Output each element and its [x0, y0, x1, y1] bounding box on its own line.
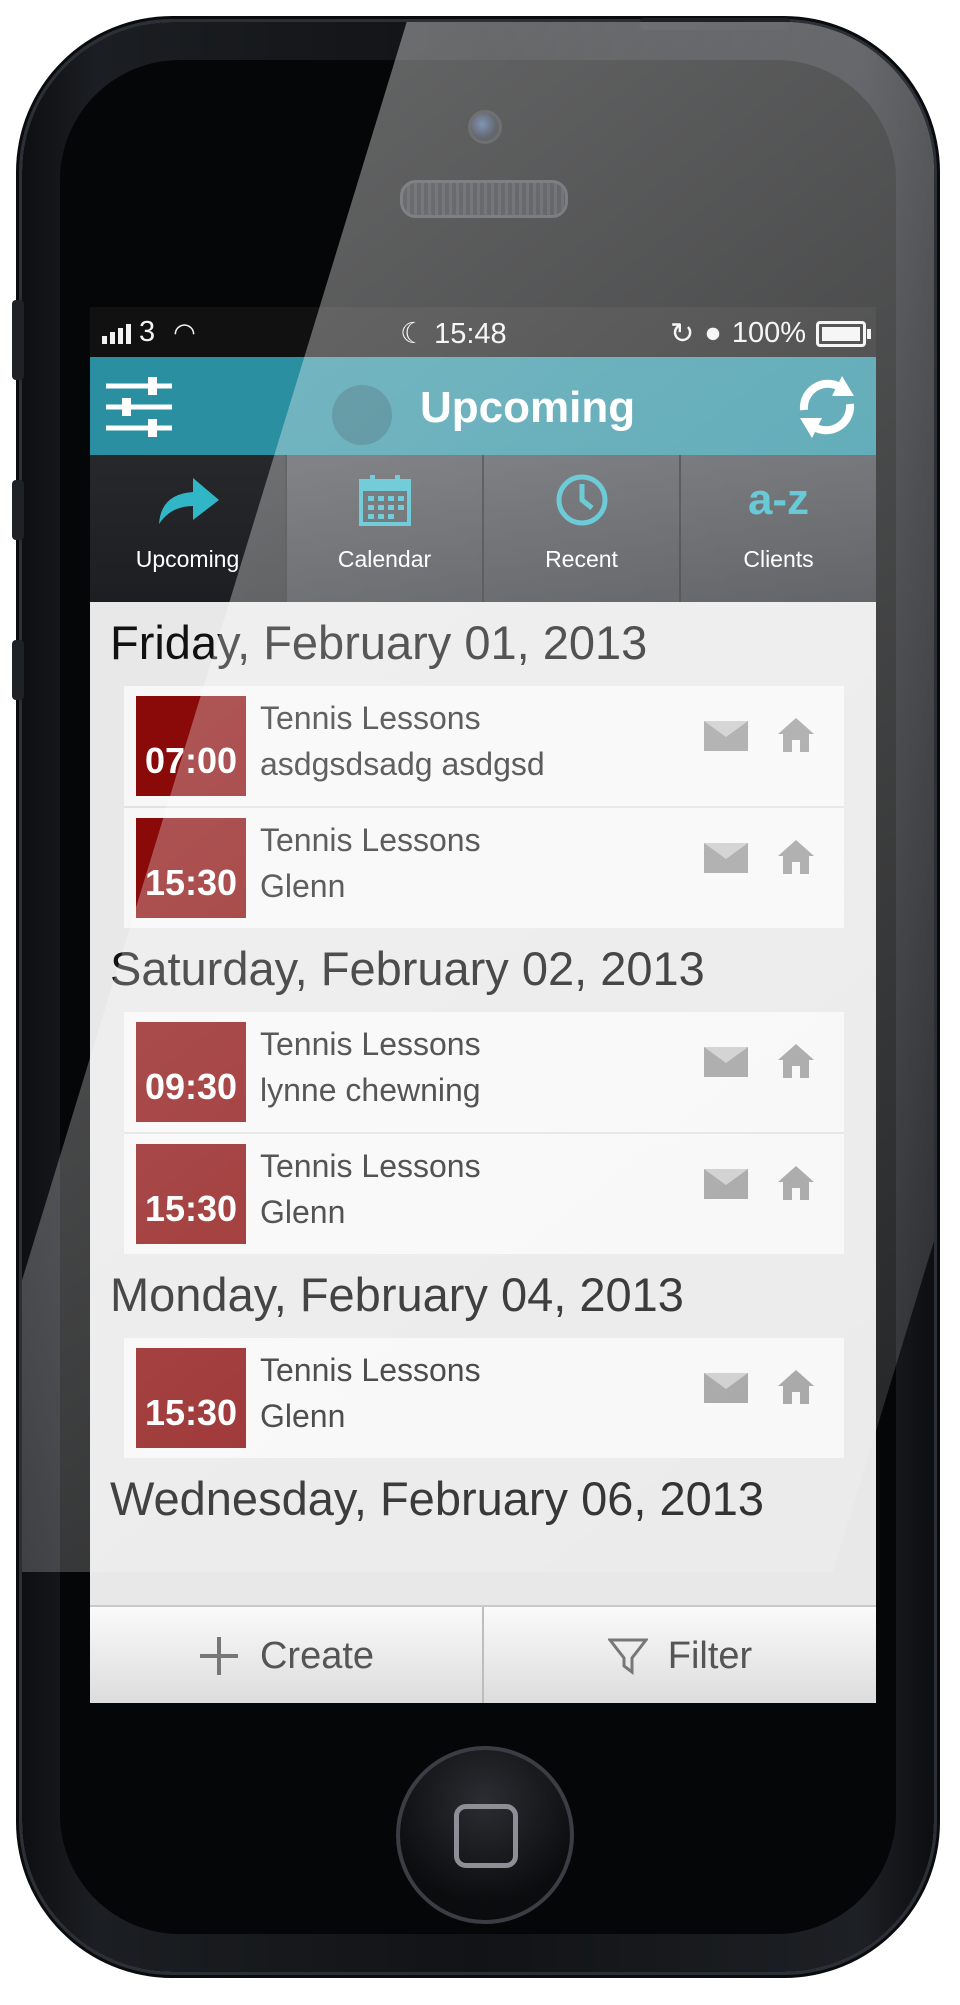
upcoming-list: Friday, February 01, 2013 07:00 Tennis L…	[90, 602, 876, 1602]
time-badge: 09:30	[136, 1022, 246, 1122]
settings-sliders-icon	[106, 377, 172, 437]
mail-icon[interactable]	[704, 721, 748, 751]
tab-clients[interactable]: a-z Clients	[679, 455, 876, 602]
tab-label: Clients	[743, 546, 814, 572]
mail-icon[interactable]	[704, 1169, 748, 1199]
filter-button[interactable]: Filter	[482, 1607, 876, 1703]
list-item[interactable]: 15:30 Tennis Lessons Glenn	[124, 1134, 844, 1254]
list-item[interactable]: 15:30 Tennis Lessons Glenn	[124, 1338, 844, 1458]
moon-icon: ☾	[400, 318, 426, 350]
day-heading: Friday, February 01, 2013	[110, 616, 648, 669]
tab-upcoming[interactable]: Upcoming	[90, 455, 285, 602]
event-group: 07:00 Tennis Lessons asdgsdsadg asdgsd 1…	[124, 686, 844, 928]
mail-icon[interactable]	[704, 1047, 748, 1077]
wifi-icon: ◠	[173, 317, 196, 347]
earpiece-speaker	[400, 180, 568, 218]
volume-down-button	[12, 640, 24, 700]
mute-switch	[12, 300, 24, 380]
refresh-icon	[799, 376, 855, 438]
app-logo	[332, 385, 392, 445]
home-icon[interactable]	[776, 716, 816, 754]
refresh-button[interactable]	[792, 372, 862, 442]
tab-bar: Upcoming Calendar Recent a-z Clients	[90, 455, 876, 602]
status-bar: 3 ◠ ☾ 15:48 ↻ ● 100%	[90, 307, 876, 357]
tab-recent[interactable]: Recent	[482, 455, 679, 602]
page-title: Upcoming	[420, 383, 636, 432]
event-title: Tennis Lessons	[260, 700, 481, 736]
event-client: Glenn	[260, 1194, 346, 1230]
status-time: 15:48	[434, 318, 507, 350]
front-camera	[468, 110, 502, 144]
list-item[interactable]: 07:00 Tennis Lessons asdgsdsadg asdgsd	[124, 686, 844, 808]
tab-label: Calendar	[337, 546, 432, 572]
event-title: Tennis Lessons	[260, 1026, 481, 1062]
mail-icon[interactable]	[704, 843, 748, 873]
carrier-label: 3	[139, 316, 156, 348]
list-item[interactable]: 15:30 Tennis Lessons Glenn	[124, 808, 844, 928]
event-title: Tennis Lessons	[260, 822, 481, 858]
home-icon[interactable]	[776, 838, 816, 876]
event-title: Tennis Lessons	[260, 1148, 481, 1184]
tab-calendar[interactable]: Calendar	[285, 455, 482, 602]
home-icon[interactable]	[776, 1042, 816, 1080]
time-badge: 15:30	[136, 1144, 246, 1244]
bottom-toolbar: Create Filter	[90, 1605, 876, 1703]
create-button[interactable]: Create	[90, 1607, 482, 1703]
event-client: Glenn	[260, 868, 346, 904]
mail-icon[interactable]	[704, 1373, 748, 1403]
a-z-icon: a-z	[747, 475, 810, 524]
tab-label: Recent	[545, 546, 618, 572]
time-badge: 15:30	[136, 818, 246, 918]
event-client: asdgsdsadg asdgsd	[260, 746, 545, 782]
app-header: Upcoming	[90, 357, 876, 455]
event-client: lynne chewning	[260, 1072, 481, 1108]
alarm-icon: ●	[704, 317, 722, 349]
list-item[interactable]: 09:30 Tennis Lessons lynne chewning	[124, 1012, 844, 1134]
event-group: 15:30 Tennis Lessons Glenn	[124, 1338, 844, 1458]
day-heading: Saturday, February 02, 2013	[110, 942, 705, 995]
rotation-lock-icon: ↻	[669, 318, 695, 350]
time-badge: 07:00	[136, 696, 246, 796]
volume-up-button	[12, 480, 24, 540]
battery-percent: 100%	[731, 317, 806, 349]
home-icon[interactable]	[776, 1164, 816, 1202]
event-client: Glenn	[260, 1398, 346, 1434]
settings-button[interactable]	[104, 372, 174, 442]
app-screen: 3 ◠ ☾ 15:48 ↻ ● 100% Upcoming Upcoming C…	[90, 307, 876, 1703]
battery-icon	[816, 320, 871, 347]
calendar-icon	[358, 475, 411, 526]
event-group: 09:30 Tennis Lessons lynne chewning 15:3…	[124, 1012, 844, 1254]
arrow-forward-icon	[158, 478, 219, 524]
day-heading: Monday, February 04, 2013	[110, 1268, 684, 1321]
tab-label: Upcoming	[135, 546, 240, 572]
event-title: Tennis Lessons	[260, 1352, 481, 1388]
filter-label: Filter	[667, 1634, 753, 1677]
power-button	[640, 18, 790, 30]
time-badge: 15:30	[136, 1348, 246, 1448]
home-icon[interactable]	[776, 1368, 816, 1406]
home-button[interactable]	[396, 1746, 574, 1924]
day-heading: Wednesday, February 06, 2013	[110, 1472, 765, 1525]
create-label: Create	[259, 1634, 375, 1677]
home-button-square-icon	[454, 1804, 518, 1868]
signal-icon	[102, 322, 131, 344]
filter-icon	[607, 1638, 648, 1675]
plus-icon	[199, 1637, 238, 1675]
clock-icon	[556, 474, 607, 526]
